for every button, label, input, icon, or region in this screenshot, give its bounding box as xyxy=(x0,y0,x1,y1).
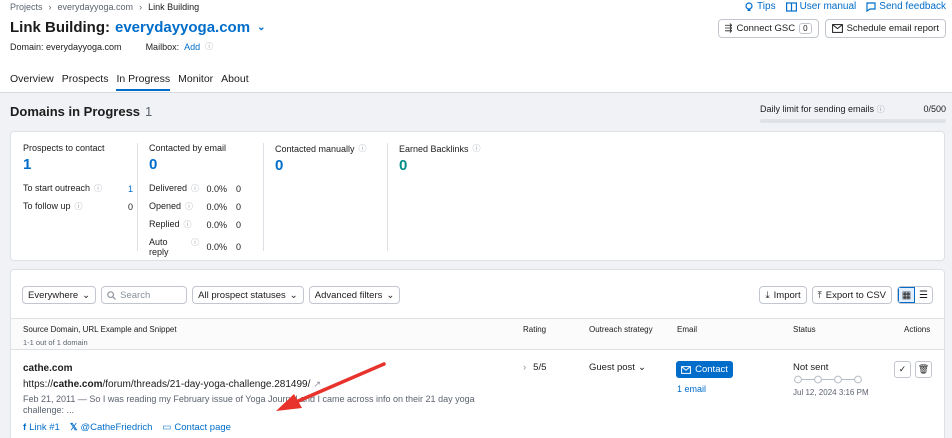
annotation-arrow xyxy=(276,362,386,411)
